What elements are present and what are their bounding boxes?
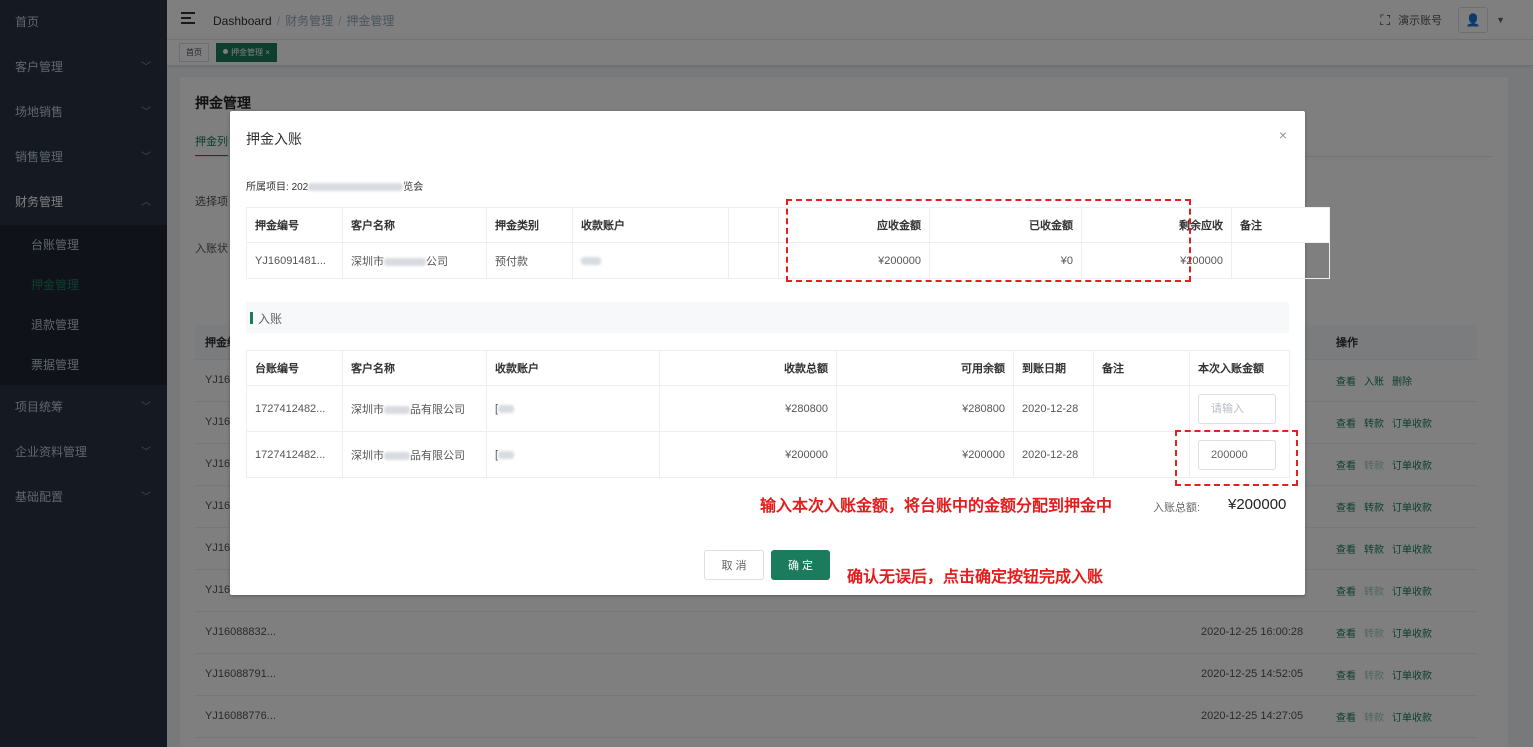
section-marker xyxy=(250,312,253,324)
cancel-button[interactable]: 取 消 xyxy=(704,550,764,580)
confirm-button[interactable]: 确 定 xyxy=(771,550,830,580)
highlight-amounts xyxy=(786,199,1191,282)
deposit-entry-dialog: 押金入账 × 所属项目: 202 览会 押金编号 客户名称 押金类别 收款账户 应… xyxy=(230,111,1330,595)
col-header-account: 收款账户 xyxy=(572,207,729,243)
table-row: 1727412482... 深圳市 品有限公司 [ ¥200000 ¥200000… xyxy=(246,431,1290,478)
redacted-text xyxy=(498,404,515,413)
annotation-confirm: 确认无误后，点击确定按钮完成入账 xyxy=(847,569,1104,586)
entry-amount-input[interactable] xyxy=(1198,393,1276,424)
annotation-allocate: 输入本次入账金额，将台账中的金额分配到押金中 xyxy=(760,498,1113,515)
dialog-title: 押金入账 xyxy=(246,131,302,147)
redacted-text xyxy=(384,405,410,414)
close-icon[interactable]: × xyxy=(1279,127,1287,143)
highlight-input xyxy=(1175,430,1298,486)
entry-total-value: ¥200000 xyxy=(1228,496,1287,513)
section-entry: 入账 xyxy=(246,302,1289,333)
col-header-total: 收款总额 xyxy=(659,350,837,386)
redacted-text xyxy=(384,257,426,266)
col-header-available: 可用余额 xyxy=(836,350,1014,386)
col-header-remark: 备注 xyxy=(1231,207,1330,243)
redacted-text xyxy=(308,183,404,192)
entry-total-label: 入账总额: xyxy=(1153,502,1201,514)
col-header-deposit-id: 押金编号 xyxy=(246,207,343,243)
col-header-remark: 备注 xyxy=(1093,350,1190,386)
col-header-date: 到账日期 xyxy=(1013,350,1094,386)
col-header-ledger-id: 台账编号 xyxy=(246,350,343,386)
col-header-entry-amount: 本次入账金额 xyxy=(1189,350,1290,386)
redacted-text xyxy=(581,256,601,265)
redacted-text xyxy=(498,450,515,459)
col-header-account: 收款账户 xyxy=(486,350,660,386)
col-header-customer: 客户名称 xyxy=(342,350,487,386)
col-header-customer: 客户名称 xyxy=(342,207,487,243)
project-info: 所属项目: 202 览会 xyxy=(246,182,424,193)
table-row: 1727412482... 深圳市 品有限公司 [ ¥280800 ¥280800… xyxy=(246,385,1290,432)
ledger-table: 台账编号 客户名称 收款账户 收款总额 可用余额 到账日期 备注 本次入账金额 … xyxy=(246,350,1290,478)
redacted-text xyxy=(384,451,410,460)
col-header-deposit-type: 押金类别 xyxy=(486,207,573,243)
